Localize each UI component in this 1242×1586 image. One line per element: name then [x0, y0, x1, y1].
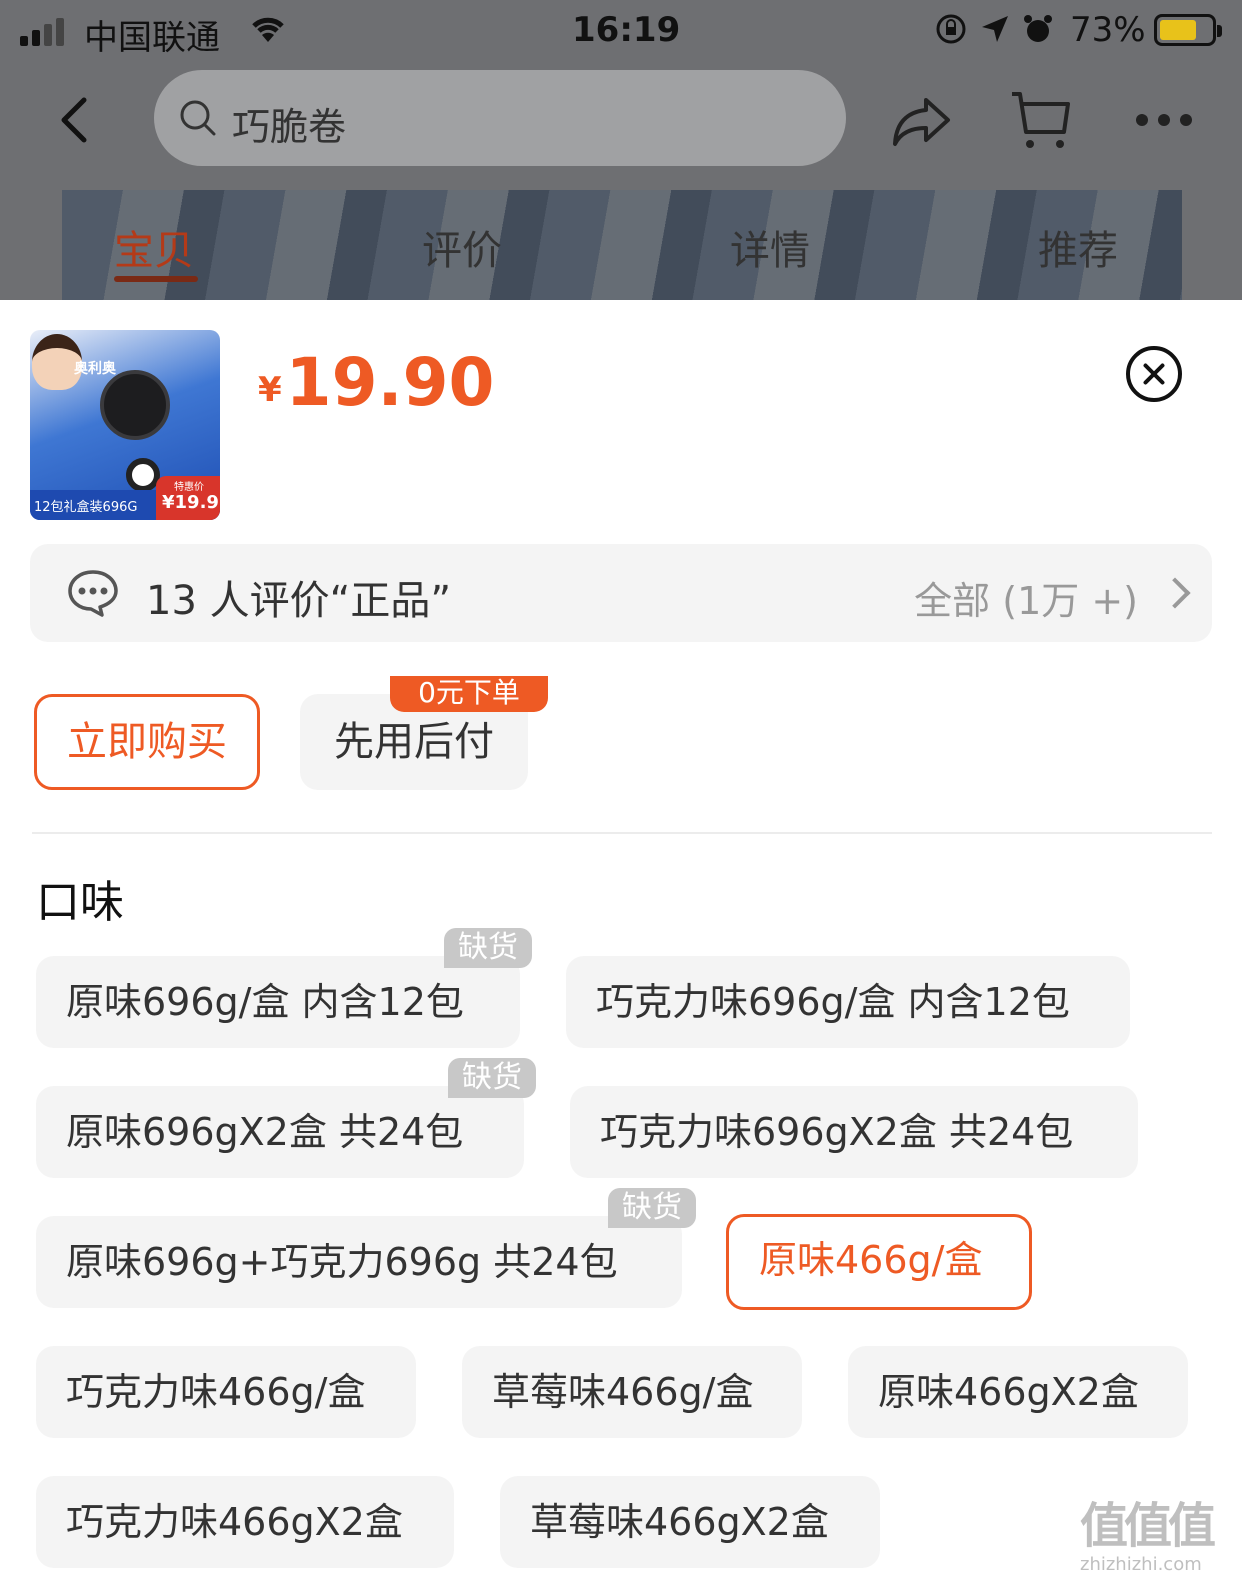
out-of-stock-badge: 缺货 — [448, 1058, 536, 1098]
flavor-section-title: 口味 — [36, 877, 124, 928]
flavor-option-selected[interactable]: 原味466g/盒 — [726, 1214, 1032, 1310]
signal-icon — [20, 16, 64, 46]
flavor-option[interactable]: 巧克力味466g/盒 — [36, 1346, 416, 1438]
cookie-image — [100, 370, 170, 440]
product-price: ¥19.90 — [258, 344, 494, 421]
flavor-option[interactable]: 草莓味466g/盒 — [462, 1346, 802, 1438]
back-icon[interactable] — [56, 96, 92, 148]
battery-charging-icon — [1154, 14, 1222, 46]
currency-symbol: ¥ — [258, 370, 282, 410]
tab-reviews[interactable]: 评价 — [422, 218, 502, 276]
share-icon[interactable] — [892, 94, 952, 154]
thumbnail-brand: 奥利奥 — [74, 361, 116, 377]
flavor-option[interactable]: 原味696gX2盒 共24包 — [36, 1086, 524, 1178]
zero-yuan-badge: 0元下单 — [390, 676, 548, 712]
thumbnail-caption-text: 12包礼盒装696G — [34, 500, 138, 515]
product-tabs: 宝贝 评价 详情 推荐 — [0, 210, 1242, 290]
product-thumbnail[interactable]: 奥利奥 12包礼盒装696G 特惠价 ¥19.9 — [30, 330, 220, 520]
flavor-option[interactable]: 原味696g/盒 内含12包 — [36, 956, 520, 1048]
cookie-face-image — [126, 458, 160, 492]
sku-selection-sheet: 奥利奥 12包礼盒装696G 特惠价 ¥19.9 ¥19.90 13 人评价“正… — [0, 300, 1242, 1586]
alarm-icon — [1022, 13, 1054, 49]
wifi-icon — [248, 12, 288, 48]
watermark-logo-text: 值值值 — [1080, 1498, 1216, 1554]
review-summary-bar[interactable]: 13 人评价“正品” 全部 (1万 +) — [30, 544, 1212, 642]
nav-bar: 巧脆卷 — [0, 66, 1242, 176]
flavor-option[interactable]: 巧克力味696g/盒 内含12包 — [566, 956, 1130, 1048]
active-tab-indicator — [114, 276, 198, 282]
watermark-logo: 值值值 zhizhizhi.com — [1080, 1486, 1230, 1576]
flavor-option[interactable]: 巧克力味696gX2盒 共24包 — [570, 1086, 1138, 1178]
search-icon — [178, 98, 218, 142]
search-query: 巧脆卷 — [232, 105, 347, 149]
flavor-option[interactable]: 草莓味466gX2盒 — [500, 1476, 880, 1568]
carrier-name: 中国联通 — [84, 18, 220, 58]
tab-recommend[interactable]: 推荐 — [1038, 218, 1118, 276]
cart-icon[interactable] — [1010, 90, 1070, 156]
rotation-lock-icon — [934, 12, 968, 50]
review-summary-text: 13 人评价“正品” — [146, 578, 452, 624]
location-icon — [980, 14, 1010, 48]
flavor-option[interactable]: 原味696g+巧克力696g 共24包 — [36, 1216, 682, 1308]
flavor-option[interactable]: 巧克力味466gX2盒 — [36, 1476, 454, 1568]
out-of-stock-badge: 缺货 — [608, 1188, 696, 1228]
search-box[interactable]: 巧脆卷 — [154, 70, 846, 166]
background-page: 中国联通 16:19 73% 巧脆卷 宝贝 评价 详情 推荐 — [0, 0, 1242, 300]
thumbnail-price-tag: 特惠价 ¥19.9 — [156, 476, 220, 520]
more-icon[interactable] — [1136, 114, 1192, 126]
divider — [32, 832, 1212, 834]
thumbnail-tag-price: ¥19.9 — [162, 492, 219, 513]
watermark-domain: zhizhizhi.com — [1080, 1554, 1202, 1575]
price-amount: 19.90 — [285, 344, 495, 421]
buy-now-option[interactable]: 立即购买 — [34, 694, 260, 790]
chevron-right-icon — [1159, 577, 1191, 609]
clock-time: 16:19 — [572, 10, 681, 50]
chat-bubble-icon — [66, 568, 120, 622]
status-bar: 中国联通 16:19 73% — [0, 0, 1242, 64]
tab-baobei[interactable]: 宝贝 — [114, 218, 194, 276]
thumbnail-tag-label: 特惠价 — [174, 482, 204, 493]
flavor-option[interactable]: 原味466gX2盒 — [848, 1346, 1188, 1438]
battery-percentage: 73% — [1070, 10, 1146, 50]
tab-details[interactable]: 详情 — [730, 218, 810, 276]
close-icon[interactable] — [1126, 346, 1182, 402]
out-of-stock-badge: 缺货 — [444, 928, 532, 968]
all-reviews-link[interactable]: 全部 (1万 +) — [914, 570, 1138, 625]
